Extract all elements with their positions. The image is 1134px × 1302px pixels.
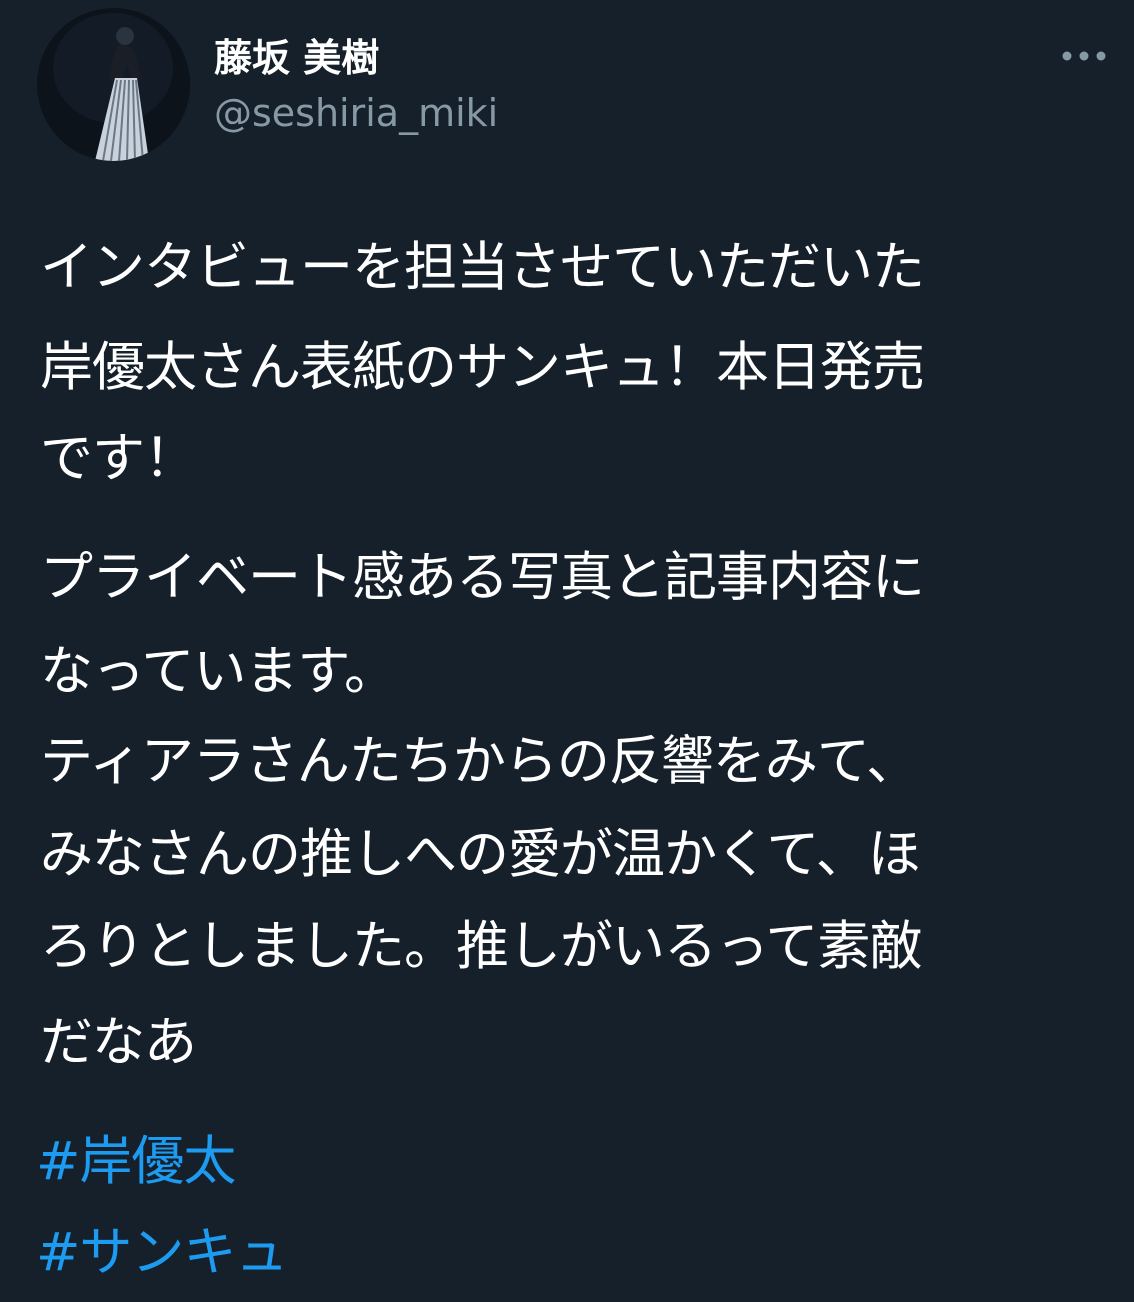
tweet-text-line: ティアラさんたちからの反響をみて、 xyxy=(40,731,919,792)
tweet-text-line: ろりとしました。推しがいるって素敵 xyxy=(40,916,922,977)
tweet-text-line: インタビューを担当させていただいた xyxy=(40,237,925,298)
more-horizontal-icon xyxy=(1062,51,1106,61)
tweet-text-line: だなあ xyxy=(40,1012,197,1073)
tweet-text-line: です！ xyxy=(40,428,197,489)
avatar-photo xyxy=(37,8,190,161)
tweet-text-line: プライベート感ある写真と記事内容に xyxy=(40,547,925,608)
author-display-name[interactable]: 藤坂 美樹 xyxy=(214,32,379,84)
more-options-button[interactable] xyxy=(1058,40,1110,72)
hashtag-link[interactable]: #岸優太 xyxy=(36,1127,236,1197)
tweet-text-line: なっています。 xyxy=(40,641,397,702)
tweet: 藤坂 美樹 @seshiria_miki インタビューを担当させていただいた 岸… xyxy=(0,0,1134,1302)
tweet-text-line: みなさんの推しへの愛が温かくて、ほ xyxy=(40,824,921,885)
hashtag-link[interactable]: #サンキュ xyxy=(36,1218,288,1288)
avatar[interactable] xyxy=(37,8,190,161)
author-handle[interactable]: @seshiria_miki xyxy=(214,88,498,138)
tweet-text-line: 岸優太さん表紙のサンキュ！本日発売 xyxy=(40,337,925,398)
